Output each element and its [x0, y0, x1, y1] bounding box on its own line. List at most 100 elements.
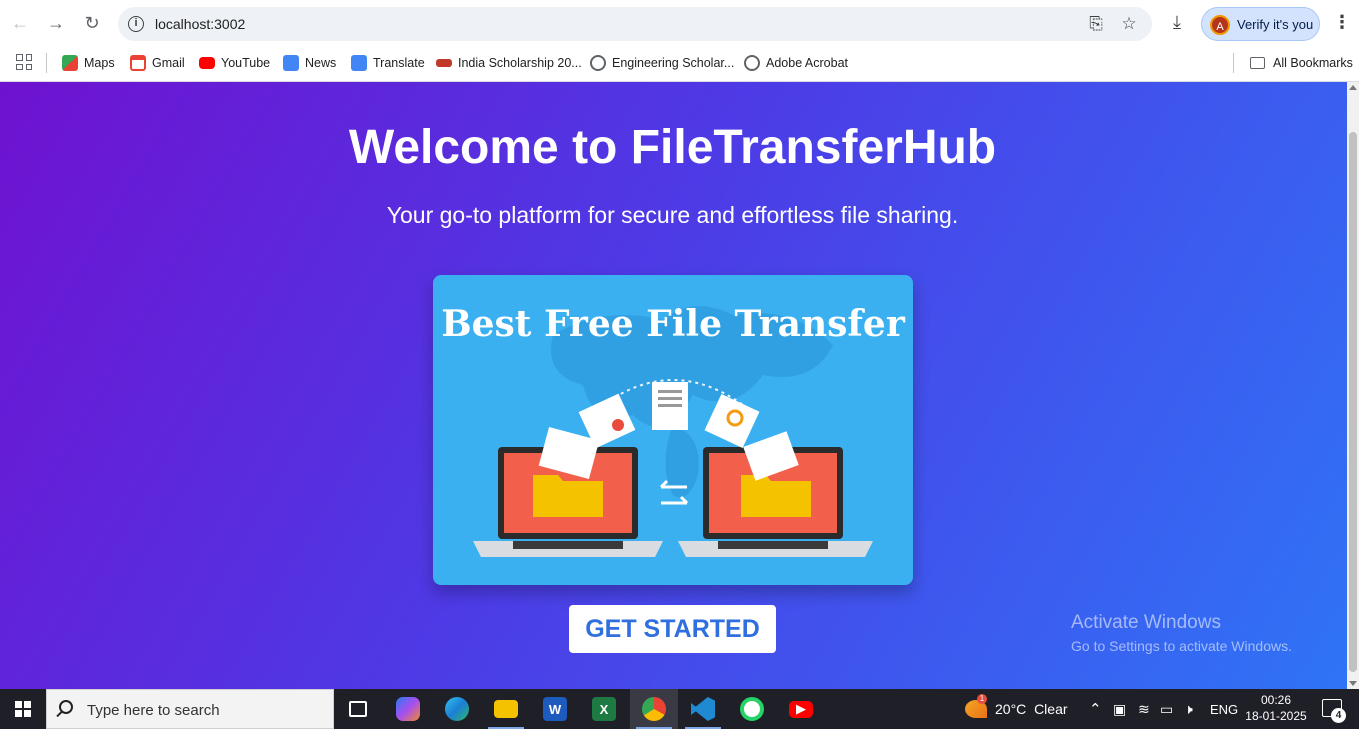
battery-icon[interactable]: ▭: [1160, 689, 1173, 729]
bookmarks-bar: Maps Gmail YouTube News Translate India …: [0, 46, 1359, 82]
bookmark-label: Translate: [373, 56, 425, 70]
address-bar[interactable]: i localhost:3002 ⎘ ☆: [118, 7, 1152, 41]
notification-count-badge: 4: [1331, 708, 1346, 723]
avatar: A: [1210, 15, 1230, 35]
bookmark-gmail[interactable]: Gmail: [130, 53, 185, 73]
reload-icon[interactable]: ↻: [80, 11, 104, 35]
scholarship-icon: [436, 59, 452, 67]
right-laptop: [678, 431, 873, 557]
get-started-button[interactable]: GET STARTED: [569, 605, 776, 653]
bookmark-youtube[interactable]: YouTube: [199, 53, 270, 73]
vscode-icon: [691, 697, 715, 721]
back-arrow-icon[interactable]: ←: [8, 11, 32, 35]
show-hidden-icons-chevron-up-icon[interactable]: ⌃: [1089, 689, 1102, 729]
taskbar-search[interactable]: Type here to search: [46, 689, 334, 729]
whatsapp-icon: [740, 697, 764, 721]
chrome-icon: [642, 697, 666, 721]
folder-icon: [1250, 57, 1265, 69]
bookmark-label: Engineering Scholar...: [612, 56, 735, 70]
scroll-up-arrow-icon[interactable]: [1349, 85, 1357, 90]
windows-taskbar: Type here to search W X ▶ 1 20°C Clear ⌃…: [0, 689, 1359, 729]
activate-windows-subtitle: Go to Settings to activate Windows.: [1071, 638, 1292, 654]
search-icon: [59, 700, 73, 714]
gmail-icon: [130, 55, 146, 71]
weather-badge: 1: [977, 694, 987, 704]
search-placeholder: Type here to search: [87, 702, 220, 719]
apps-grid-icon[interactable]: [16, 54, 32, 70]
bookmarks-divider: [46, 53, 47, 73]
copilot-icon: [396, 697, 420, 721]
bookmark-news[interactable]: News: [283, 53, 336, 73]
bookmarks-divider: [1233, 53, 1234, 73]
translate-icon: [351, 55, 367, 71]
weather-temp: 20°C: [995, 701, 1027, 717]
bookmark-label: YouTube: [221, 56, 271, 70]
bookmark-engineering-scholar[interactable]: Engineering Scholar...: [590, 53, 734, 73]
bookmark-label: India Scholarship 20...: [458, 56, 582, 70]
youtube-app-button[interactable]: ▶: [777, 689, 825, 729]
weather-moon-icon: 1: [965, 694, 987, 718]
windows-logo-icon: [15, 701, 31, 717]
browser-menu-icon[interactable]: ⋮: [1333, 12, 1351, 34]
verify-label: Verify it's you: [1237, 17, 1314, 32]
clock[interactable]: 00:26 18-01-2025: [1244, 692, 1308, 724]
start-button[interactable]: [0, 689, 46, 729]
word-icon: W: [543, 697, 567, 721]
maps-icon: [62, 55, 78, 71]
globe-icon: [590, 55, 606, 71]
activate-windows-title: Activate Windows: [1071, 612, 1221, 633]
forward-arrow-icon[interactable]: →: [44, 11, 68, 35]
all-bookmarks-label: All Bookmarks: [1273, 56, 1353, 70]
wifi-icon[interactable]: ≋: [1138, 689, 1150, 729]
bookmark-star-icon[interactable]: ☆: [1119, 14, 1139, 34]
bookmark-india-scholarship[interactable]: India Scholarship 20...: [436, 53, 582, 73]
bookmark-maps[interactable]: Maps: [62, 53, 115, 73]
page-title: Welcome to FileTransferHub: [348, 121, 997, 174]
globe-icon: [744, 55, 760, 71]
copilot-button[interactable]: [384, 689, 432, 729]
edge-button[interactable]: [433, 689, 481, 729]
weather-widget[interactable]: 1 20°C Clear: [965, 689, 1068, 729]
word-button[interactable]: W: [531, 689, 579, 729]
excel-button[interactable]: X: [580, 689, 628, 729]
task-view-button[interactable]: [334, 689, 382, 729]
all-bookmarks[interactable]: All Bookmarks: [1250, 53, 1353, 73]
verify-profile-button[interactable]: A Verify it's you: [1201, 7, 1320, 41]
bookmark-translate[interactable]: Translate: [351, 53, 425, 73]
site-info-icon[interactable]: i: [128, 16, 144, 32]
language-indicator[interactable]: ENG: [1210, 689, 1238, 729]
volume-muted-icon[interactable]: 🕨: [1184, 689, 1193, 729]
left-laptop: [473, 426, 663, 557]
whatsapp-button[interactable]: [728, 689, 776, 729]
file-explorer-button[interactable]: [482, 689, 530, 729]
vscode-button[interactable]: [679, 689, 727, 729]
hero-image-text: Best Free File Transfer: [441, 303, 905, 345]
task-view-icon: [349, 701, 367, 717]
install-app-icon[interactable]: ⎘: [1086, 14, 1106, 34]
browser-toolbar: ← → ↻ i localhost:3002 ⎘ ☆ ⤓ A Verify it…: [0, 0, 1359, 46]
youtube-icon: [199, 57, 215, 69]
hero-image: Best Free File Transfer: [433, 275, 913, 585]
scroll-down-arrow-icon[interactable]: [1349, 681, 1357, 686]
bookmark-adobe-acrobat[interactable]: Adobe Acrobat: [744, 53, 848, 73]
meet-now-icon[interactable]: ▣: [1113, 689, 1126, 729]
page-scrollbar[interactable]: [1347, 82, 1359, 689]
bookmark-label: Maps: [84, 56, 115, 70]
bookmark-label: News: [305, 56, 337, 70]
news-icon: [283, 55, 299, 71]
download-icon[interactable]: ⤓: [1166, 12, 1188, 34]
scroll-thumb[interactable]: [1349, 132, 1357, 672]
excel-icon: X: [592, 697, 616, 721]
weather-text: Clear: [1034, 701, 1068, 717]
youtube-icon: ▶: [789, 700, 813, 718]
folder-icon: [494, 700, 518, 718]
clock-time: 00:26: [1260, 693, 1292, 707]
bookmark-label: Gmail: [152, 56, 185, 70]
url-text[interactable]: localhost:3002: [155, 16, 245, 32]
bookmark-label: Adobe Acrobat: [766, 56, 849, 70]
chrome-button[interactable]: [630, 689, 678, 729]
clock-date: 18-01-2025: [1245, 709, 1307, 723]
page-subtitle: Your go-to platform for secure and effor…: [386, 202, 959, 228]
landing-page: Welcome to FileTransferHub Your go-to pl…: [0, 82, 1347, 689]
edge-icon: [445, 697, 469, 721]
